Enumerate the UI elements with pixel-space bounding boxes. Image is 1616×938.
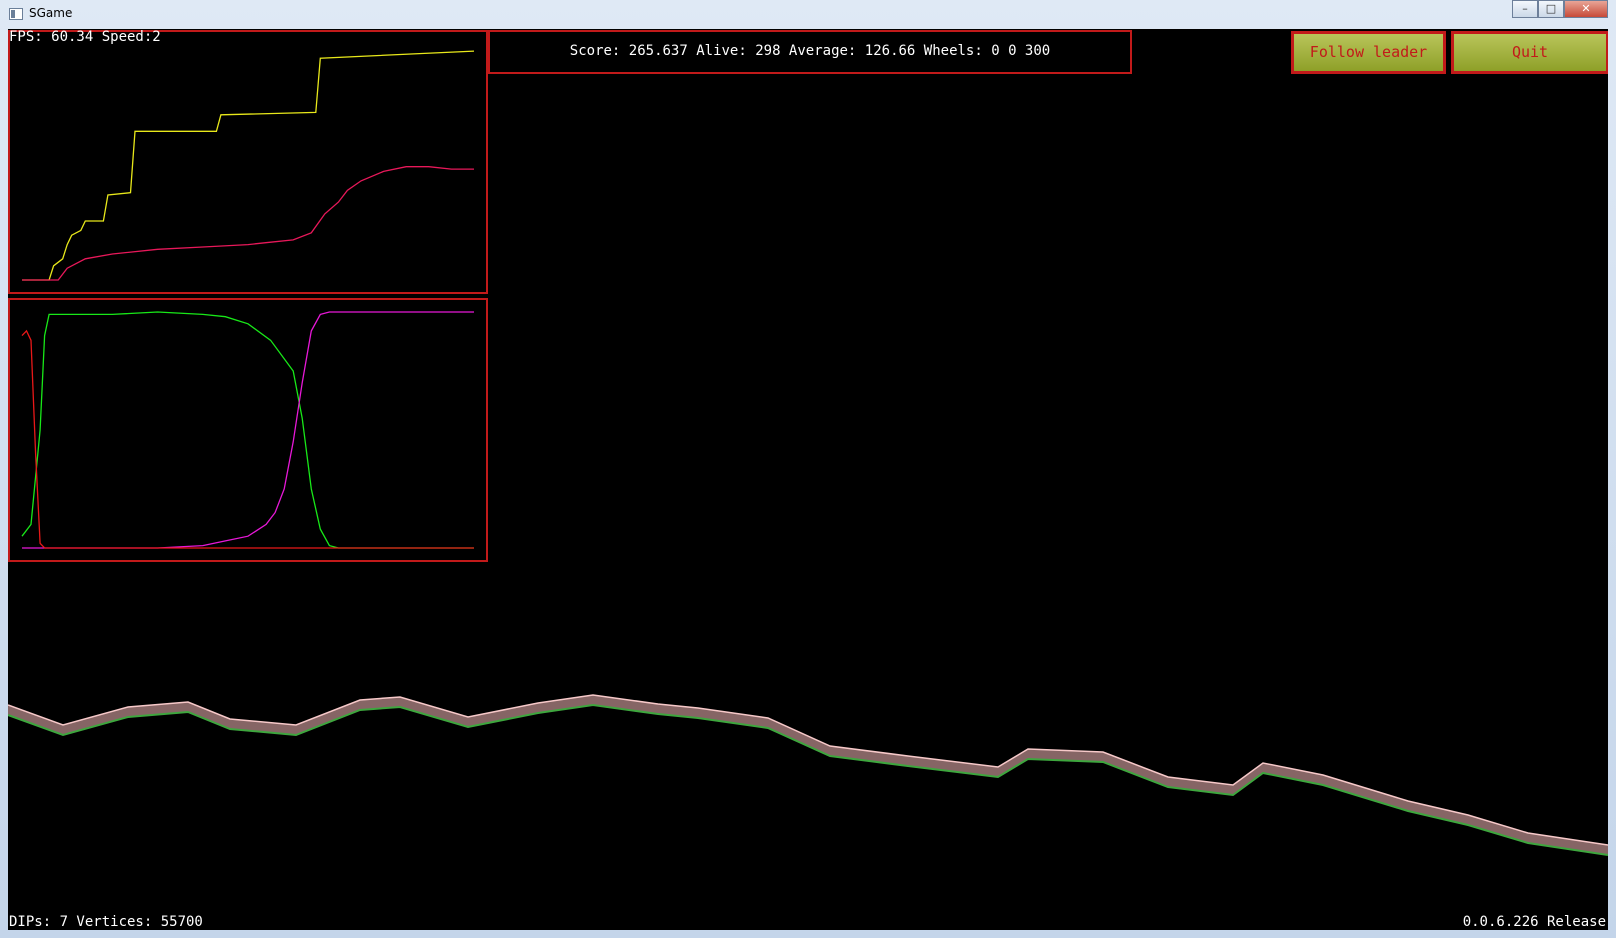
app-icon	[9, 8, 23, 20]
g2-series-2	[21, 329, 474, 549]
terrain-cars	[8, 694, 1608, 846]
window-controls: – □ ✕	[1512, 0, 1608, 18]
wheels-distribution-graph	[8, 298, 488, 562]
dips-readout: DIPs: 7 Vertices: 55700	[9, 914, 203, 930]
maximize-icon: □	[1545, 2, 1557, 15]
g1-series-0	[22, 50, 475, 281]
app-window: SGame – □ ✕ FPS: 60.34 Speed:2 Score: 26…	[0, 0, 1616, 938]
minimize-button[interactable]: –	[1512, 0, 1538, 18]
score-history-plot	[22, 50, 475, 281]
g1-series-1	[22, 166, 474, 281]
title-bar[interactable]: SGame – □ ✕	[0, 0, 1616, 29]
close-icon: ✕	[1581, 2, 1591, 15]
close-button[interactable]: ✕	[1564, 0, 1608, 18]
score-history-graph	[8, 30, 488, 294]
score-readout: Score: 265.637 Alive: 298 Average: 126.6…	[488, 30, 1132, 74]
version-label: 0.0.6.226 Release	[1462, 914, 1606, 930]
g2-series-1	[22, 311, 474, 549]
quit-button[interactable]: Quit	[1451, 31, 1608, 74]
fps-readout: FPS: 60.34 Speed:2	[9, 29, 161, 45]
terrain-body	[8, 695, 1608, 855]
maximize-button[interactable]: □	[1538, 0, 1564, 18]
terrain	[8, 694, 1608, 856]
wheels-distribution-plot	[21, 311, 474, 549]
game-viewport[interactable]: FPS: 60.34 Speed:2 Score: 265.637 Alive:…	[8, 29, 1608, 930]
minimize-icon: –	[1522, 2, 1528, 15]
g2-series-0	[21, 311, 474, 549]
window-title: SGame	[29, 6, 73, 20]
follow-leader-button[interactable]: Follow leader	[1291, 31, 1446, 74]
